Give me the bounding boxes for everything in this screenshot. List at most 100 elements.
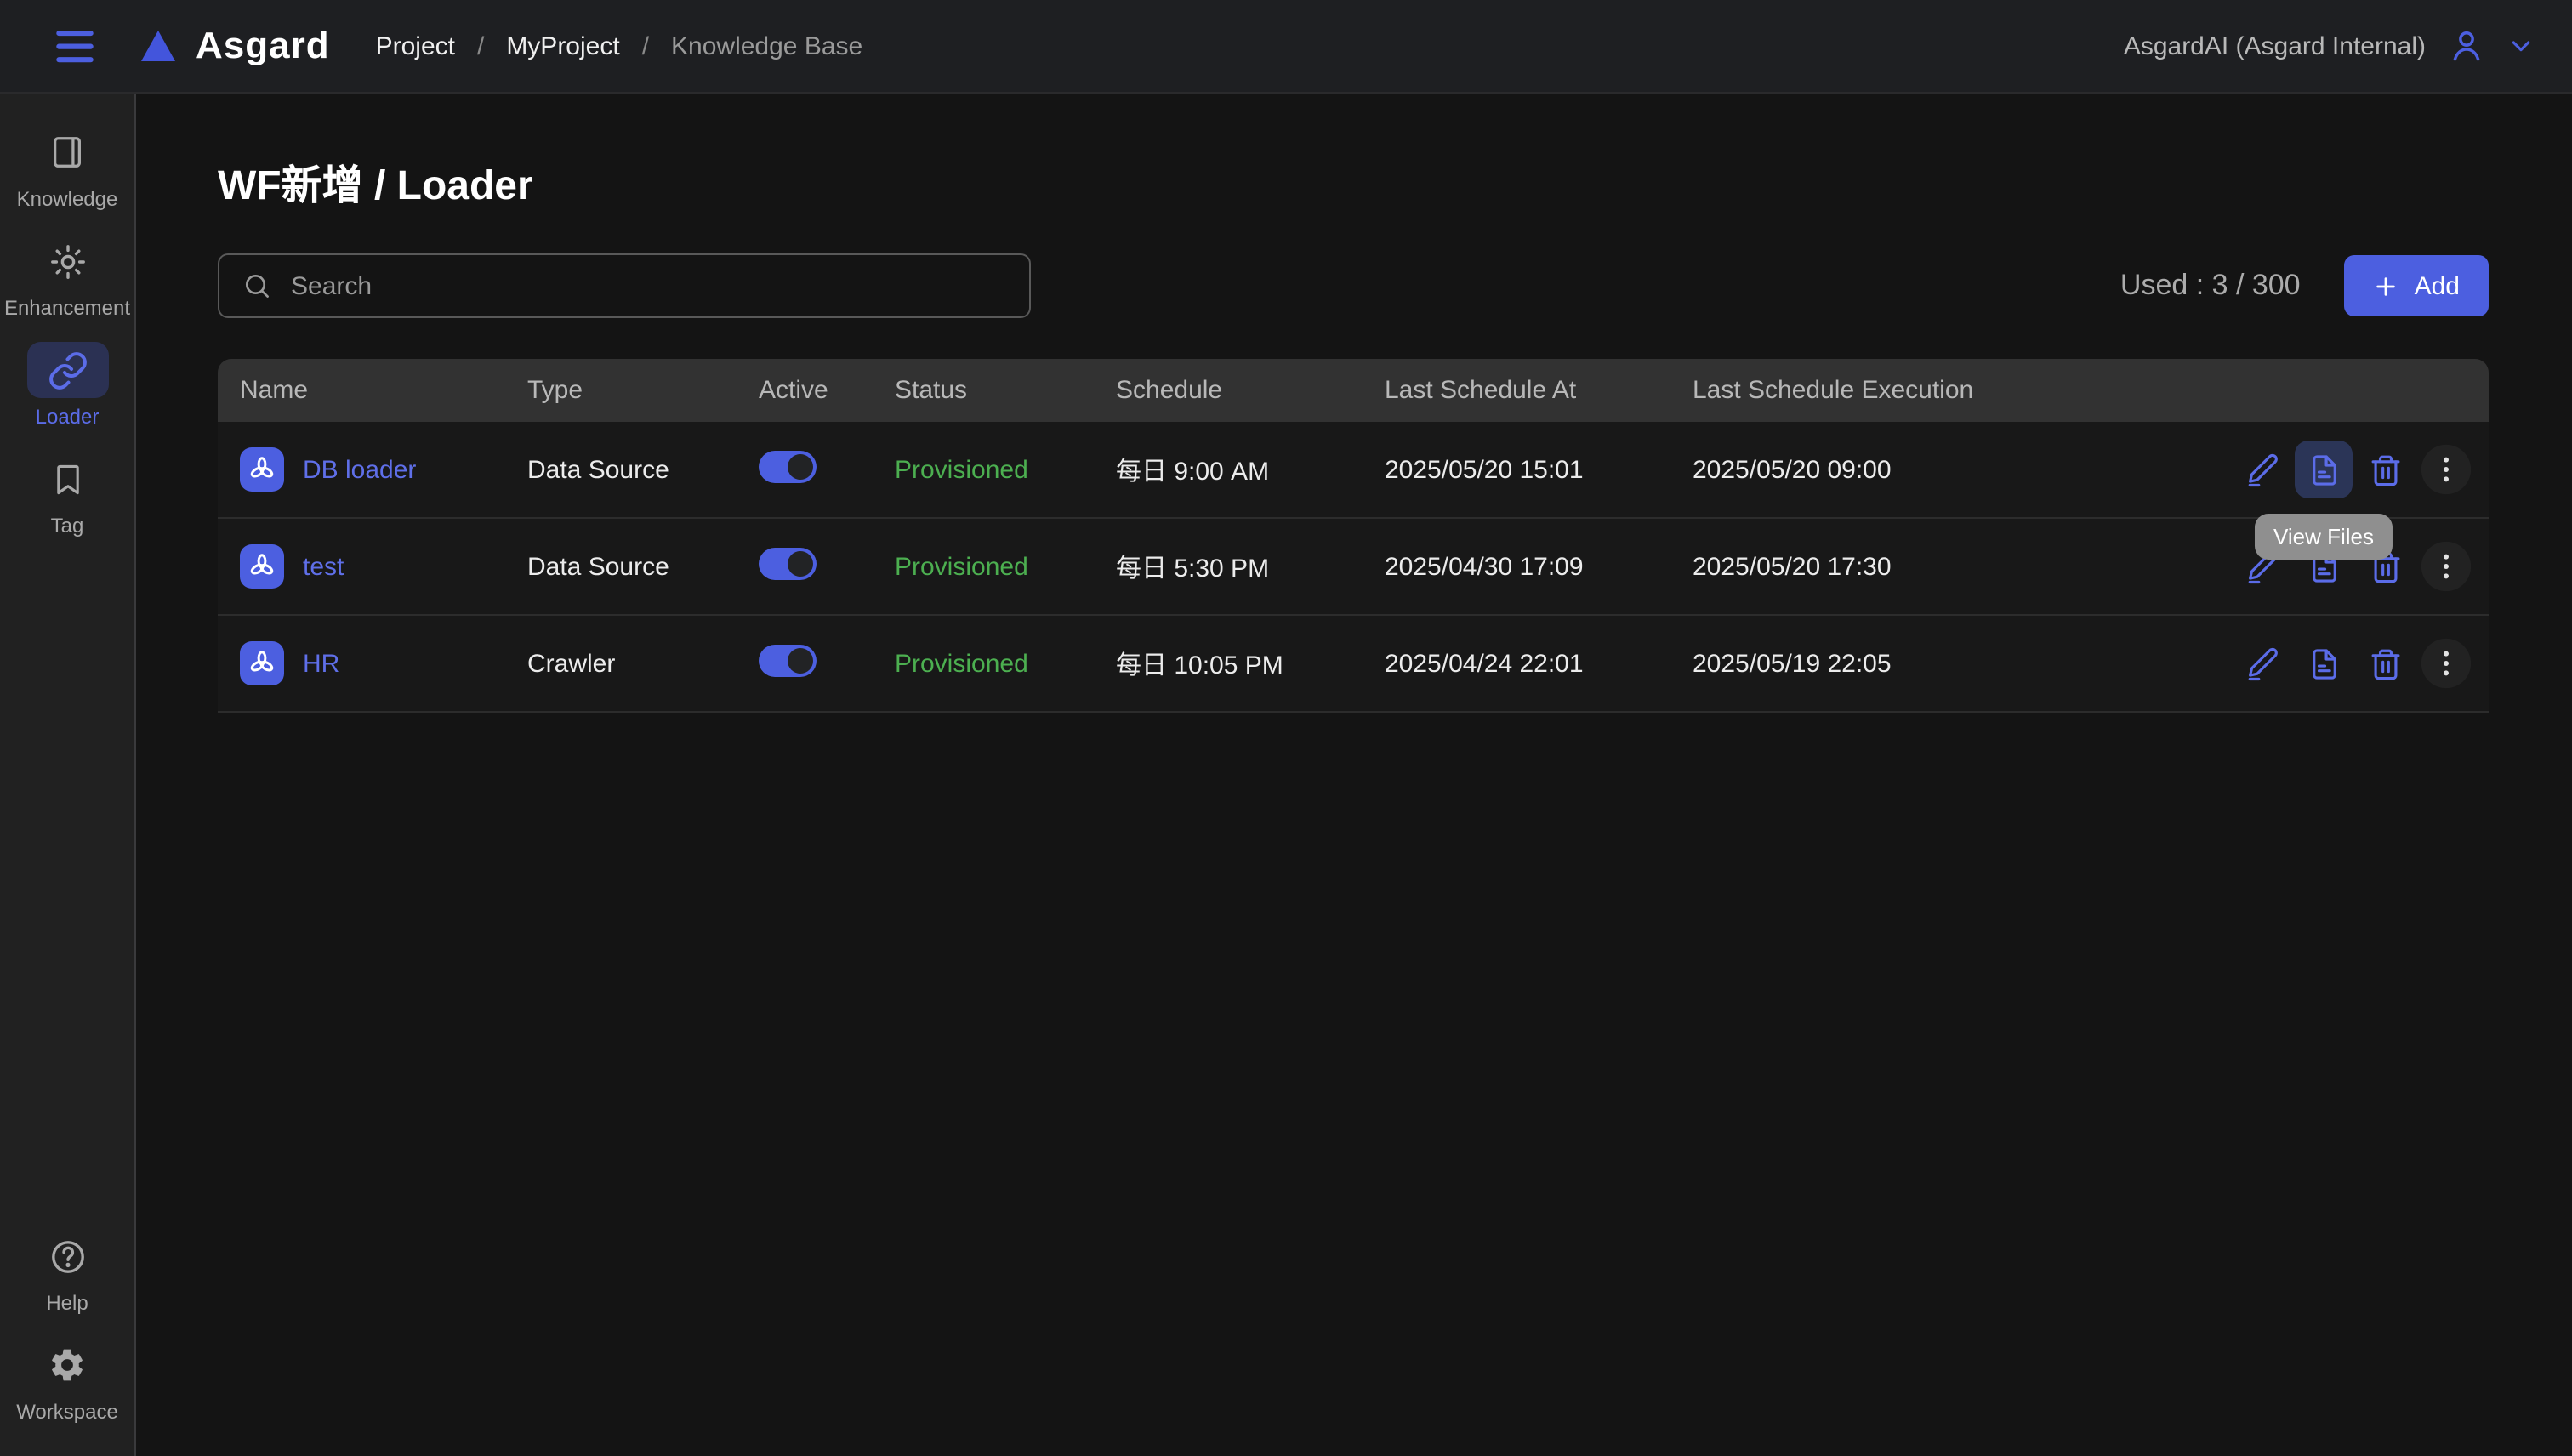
breadcrumb-separator: / bbox=[642, 31, 649, 60]
loader-table: Name Type Active Status Schedule Last Sc… bbox=[218, 359, 2489, 713]
schedule-cell: 每日 9:00 AM bbox=[1116, 452, 1385, 487]
active-toggle[interactable] bbox=[759, 644, 817, 676]
book-icon bbox=[48, 133, 87, 172]
sidebar-item-help[interactable]: Help bbox=[26, 1228, 108, 1315]
breadcrumb-knowledge-base: Knowledge Base bbox=[671, 31, 862, 60]
sidebar-item-label: Workspace bbox=[16, 1400, 118, 1424]
loader-trefoil-icon bbox=[240, 447, 284, 492]
last-schedule-execution-cell: 2025/05/19 22:05 bbox=[1693, 649, 2230, 678]
shell: Knowledge Enhancement Loader Tag bbox=[0, 94, 2572, 1456]
last-schedule-at-cell: 2025/04/24 22:01 bbox=[1385, 649, 1693, 678]
search-box bbox=[218, 253, 1031, 318]
status-text: Provisioned bbox=[895, 552, 1116, 581]
name-cell: DB loader bbox=[240, 447, 527, 492]
sidebar-item-label: Help bbox=[46, 1291, 88, 1315]
schedule-cell: 每日 5:30 PM bbox=[1116, 549, 1385, 584]
toolbar-right: Used : 3 / 300 Add bbox=[2120, 255, 2489, 316]
search-input[interactable] bbox=[287, 270, 1007, 302]
more-actions-button[interactable] bbox=[2417, 537, 2475, 595]
active-cell bbox=[759, 644, 895, 683]
delete-button[interactable] bbox=[2356, 634, 2414, 692]
link-icon bbox=[47, 350, 88, 390]
sidebar-item-label: Loader bbox=[36, 405, 100, 429]
column-header-active: Active bbox=[759, 376, 895, 405]
more-actions-button[interactable] bbox=[2417, 634, 2475, 692]
sidebar-item-enhancement[interactable]: Enhancement bbox=[4, 233, 130, 320]
gear-icon bbox=[48, 1345, 87, 1385]
toggle-knob bbox=[788, 647, 813, 673]
type-cell: Data Source bbox=[527, 552, 759, 581]
last-schedule-at-cell: 2025/05/20 15:01 bbox=[1385, 455, 1693, 484]
active-cell bbox=[759, 547, 895, 586]
loader-trefoil-icon bbox=[240, 641, 284, 685]
status-text: Provisioned bbox=[895, 455, 1116, 484]
sidebar-item-label: Knowledge bbox=[17, 187, 118, 211]
column-header-last-schedule-execution: Last Schedule Execution bbox=[1693, 376, 2230, 405]
hamburger-icon bbox=[56, 30, 94, 62]
loader-trefoil-icon bbox=[240, 544, 284, 589]
trash-icon bbox=[2367, 452, 2403, 487]
user-icon bbox=[2448, 27, 2485, 65]
help-circle-icon bbox=[47, 1236, 88, 1277]
sidebar-item-label: Tag bbox=[51, 514, 84, 537]
row-actions bbox=[2230, 634, 2489, 692]
usage-counter: Used : 3 / 300 bbox=[2120, 269, 2301, 303]
view-files-button[interactable]: View Files bbox=[2295, 441, 2353, 498]
toggle-knob bbox=[788, 453, 813, 479]
toggle-knob bbox=[788, 550, 813, 576]
name-cell: test bbox=[240, 544, 527, 589]
loader-name-link[interactable]: HR bbox=[303, 649, 339, 678]
breadcrumb: Project / MyProject / Knowledge Base bbox=[376, 31, 863, 60]
sidebar-item-tag[interactable]: Tag bbox=[26, 451, 108, 537]
view-files-tooltip: View Files bbox=[2255, 514, 2393, 560]
column-header-status: Status bbox=[895, 376, 1116, 405]
row-actions: View Files bbox=[2230, 441, 2489, 498]
loader-name-link[interactable]: test bbox=[303, 552, 344, 581]
chevron-down-icon bbox=[2507, 32, 2535, 60]
table-row: DB loader Data Source Provisioned 每日 9:0… bbox=[218, 422, 2489, 519]
column-header-name: Name bbox=[240, 376, 527, 405]
trash-icon bbox=[2367, 646, 2403, 681]
active-toggle[interactable] bbox=[759, 547, 817, 579]
active-toggle[interactable] bbox=[759, 450, 817, 482]
last-schedule-at-cell: 2025/04/30 17:09 bbox=[1385, 552, 1693, 581]
search-icon bbox=[242, 270, 272, 301]
column-header-schedule: Schedule bbox=[1116, 376, 1385, 405]
more-actions-button[interactable] bbox=[2417, 441, 2475, 498]
toolbar: Used : 3 / 300 Add bbox=[218, 253, 2489, 318]
file-icon bbox=[2306, 452, 2342, 487]
breadcrumb-separator: / bbox=[477, 31, 484, 60]
table-row: HR Crawler Provisioned 每日 10:05 PM 2025/… bbox=[218, 616, 2489, 713]
breadcrumb-project[interactable]: Project bbox=[376, 31, 455, 60]
account-menu-button[interactable]: AsgardAI (Asgard Internal) bbox=[2124, 27, 2535, 65]
main-content: WF新增 / Loader Used : 3 / 300 Add bbox=[136, 94, 2572, 1456]
brand[interactable]: Asgard bbox=[141, 24, 330, 68]
view-files-button[interactable] bbox=[2295, 634, 2353, 692]
loader-name-link[interactable]: DB loader bbox=[303, 455, 416, 484]
pencil-icon bbox=[2245, 452, 2280, 487]
table-row: test Data Source Provisioned 每日 5:30 PM … bbox=[218, 519, 2489, 616]
table-header: Name Type Active Status Schedule Last Sc… bbox=[218, 359, 2489, 422]
bookmark-icon bbox=[48, 460, 86, 498]
asgard-logo-icon bbox=[141, 31, 175, 61]
pencil-icon bbox=[2245, 646, 2280, 681]
top-navbar: Asgard Project / MyProject / Knowledge B… bbox=[0, 0, 2572, 94]
kebab-menu-icon bbox=[2429, 646, 2463, 680]
type-cell: Crawler bbox=[527, 649, 759, 678]
active-cell bbox=[759, 450, 895, 489]
edit-button[interactable] bbox=[2233, 441, 2291, 498]
sidebar-item-knowledge[interactable]: Knowledge bbox=[17, 124, 118, 211]
add-button[interactable]: Add bbox=[2345, 255, 2489, 316]
edit-button[interactable] bbox=[2233, 634, 2291, 692]
column-header-type: Type bbox=[527, 376, 759, 405]
delete-button[interactable] bbox=[2356, 441, 2414, 498]
page-title: WF新增 / Loader bbox=[218, 151, 2489, 211]
sidebar-item-loader[interactable]: Loader bbox=[26, 342, 108, 429]
sidebar-item-workspace[interactable]: Workspace bbox=[16, 1337, 118, 1424]
menu-toggle-button[interactable] bbox=[56, 29, 97, 63]
type-cell: Data Source bbox=[527, 455, 759, 484]
app-root: Asgard Project / MyProject / Knowledge B… bbox=[0, 0, 2572, 1456]
sidebar-item-label: Enhancement bbox=[4, 296, 130, 320]
column-header-last-schedule-at: Last Schedule At bbox=[1385, 376, 1693, 405]
breadcrumb-myproject[interactable]: MyProject bbox=[506, 31, 619, 60]
